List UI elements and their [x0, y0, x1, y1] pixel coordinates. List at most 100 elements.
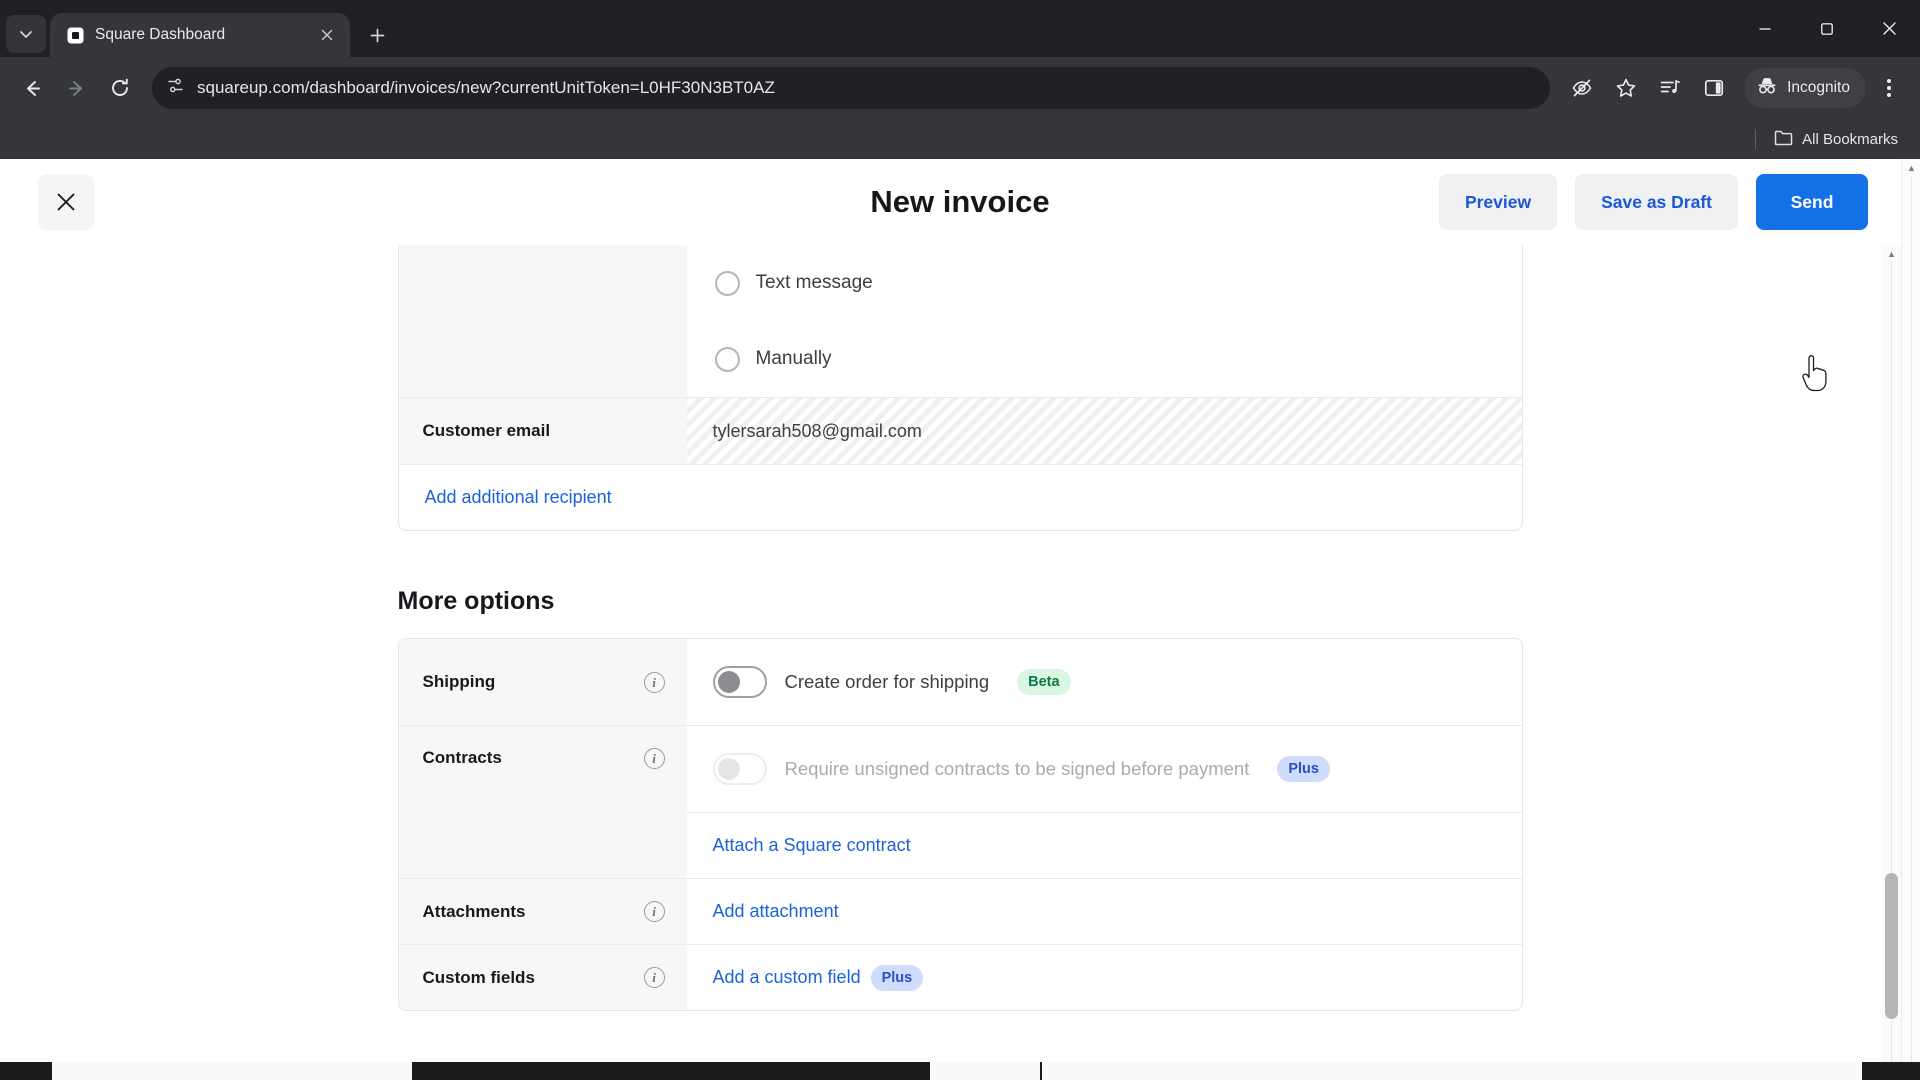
- browser-tab[interactable]: Square Dashboard: [50, 13, 350, 57]
- toggle-knob: [717, 671, 740, 693]
- add-attachment-link[interactable]: Add attachment: [687, 901, 839, 922]
- shipping-label: Shipping: [422, 672, 496, 691]
- more-options-heading: More options: [397, 587, 555, 615]
- contracts-label-cell: Contracts i: [398, 726, 687, 878]
- customer-email-label: Customer email: [398, 398, 687, 464]
- customer-email-field[interactable]: tylersarah508@gmail.com: [686, 398, 1522, 464]
- header-actions: Preview Save as Draft Send: [1438, 174, 1894, 230]
- forward-button[interactable]: [56, 68, 96, 108]
- os-taskbar: [0, 1062, 1920, 1080]
- window-close-icon: [1882, 22, 1896, 35]
- scrollbar-track: [1911, 177, 1912, 1062]
- browser-toolbar: squareup.com/dashboard/invoices/new?curr…: [0, 57, 1920, 119]
- page-scrollbar[interactable]: ▲ ▼: [1901, 159, 1920, 1080]
- shipping-toggle-label: Create order for shipping: [784, 671, 990, 692]
- bookmark-star-icon[interactable]: [1606, 68, 1646, 108]
- site-settings-icon[interactable]: [166, 76, 185, 100]
- minimize-button[interactable]: [1734, 0, 1796, 57]
- taskbar-segment: [1042, 1062, 1862, 1080]
- scrollbar-thumb[interactable]: [1885, 873, 1898, 1019]
- info-icon[interactable]: i: [643, 901, 665, 922]
- bookmarks-separator: [1755, 129, 1757, 149]
- incognito-hat-icon: [1756, 75, 1778, 102]
- customer-email-body: tylersarah508@gmail.com: [686, 398, 1522, 464]
- plus-badge: Plus: [870, 964, 924, 991]
- incognito-indicator[interactable]: Incognito: [1744, 68, 1866, 108]
- chevron-down-icon: [20, 31, 32, 38]
- tab-strip: Square Dashboard: [0, 0, 1920, 57]
- shipping-toggle-line: Create order for shipping Beta: [687, 639, 1522, 725]
- new-tab-button[interactable]: [360, 18, 394, 52]
- tab-close-button[interactable]: [316, 24, 338, 46]
- browser-window: Square Dashboard squareup.com/dashboard/…: [0, 0, 1920, 1080]
- add-custom-field-link[interactable]: Add a custom field: [687, 967, 861, 988]
- custom-fields-label: Custom fields: [422, 967, 535, 987]
- info-icon[interactable]: i: [643, 671, 665, 693]
- attachments-label-cell: Attachments i: [398, 879, 687, 944]
- all-bookmarks-button[interactable]: All Bookmarks: [1766, 125, 1906, 154]
- custom-fields-body: Add a custom field Plus: [686, 945, 1522, 1010]
- tracking-protection-icon[interactable]: [1562, 68, 1602, 108]
- more-options-card: Shipping i Create order for shipping Bet…: [397, 638, 1523, 1011]
- address-bar[interactable]: squareup.com/dashboard/invoices/new?curr…: [152, 67, 1551, 109]
- beta-badge: Beta: [1017, 669, 1071, 695]
- reload-icon: [112, 78, 128, 96]
- radio-option-text-message[interactable]: Text message: [687, 245, 1522, 321]
- back-button[interactable]: [12, 68, 52, 108]
- page-viewport: New invoice Preview Save as Draft Send T…: [0, 159, 1920, 1080]
- row-custom-fields: Custom fields i Add a custom field Plus: [398, 944, 1522, 1010]
- save-as-draft-button[interactable]: Save as Draft: [1575, 174, 1738, 230]
- window-close-button[interactable]: [1858, 0, 1920, 57]
- contracts-toggle-line: Require unsigned contracts to be signed …: [687, 726, 1522, 812]
- shipping-label-cell: Shipping i: [398, 639, 687, 725]
- plus-badge: Plus: [1277, 756, 1330, 782]
- media-playlist-icon[interactable]: [1650, 68, 1690, 108]
- close-invoice-button[interactable]: [38, 174, 94, 230]
- preview-button[interactable]: Preview: [1438, 174, 1558, 230]
- page-scroll-up-arrow[interactable]: ▲: [1902, 159, 1920, 177]
- back-arrow-icon: [26, 80, 40, 96]
- close-icon: [57, 193, 75, 211]
- tab-search-button[interactable]: [6, 15, 46, 53]
- attachments-label: Attachments: [422, 901, 526, 921]
- radio-icon: [714, 270, 740, 296]
- maximize-button[interactable]: [1796, 0, 1858, 57]
- attachments-body: Add attachment: [686, 879, 1522, 944]
- delivery-method-row: Text message Manually: [398, 245, 1522, 397]
- attach-square-contract-link[interactable]: Attach a Square contract: [687, 813, 1522, 878]
- add-recipient-row: Add additional recipient: [398, 464, 1522, 530]
- contracts-body: Require unsigned contracts to be signed …: [686, 726, 1522, 878]
- radio-option-manually[interactable]: Manually: [687, 321, 1522, 397]
- three-dot-menu-icon[interactable]: [1870, 68, 1908, 108]
- address-bar-url: squareup.com/dashboard/invoices/new?curr…: [197, 78, 775, 97]
- plus-icon: [370, 28, 384, 42]
- contracts-toggle-label: Require unsigned contracts to be signed …: [784, 758, 1250, 779]
- maximize-icon: [1821, 22, 1833, 35]
- add-additional-recipient-link[interactable]: Add additional recipient: [399, 465, 612, 530]
- tab-title: Square Dashboard: [95, 26, 226, 43]
- side-panel-icon[interactable]: [1694, 68, 1734, 108]
- send-button[interactable]: Send: [1756, 174, 1868, 230]
- shipping-toggle[interactable]: [712, 666, 767, 698]
- taskbar-segment: [52, 1062, 412, 1080]
- forward-arrow-icon: [68, 80, 82, 96]
- customer-email-row: Customer email tylersarah508@gmail.com: [398, 397, 1522, 464]
- square-logo-icon: [66, 26, 85, 45]
- delivery-card: Text message Manually Customer email tyl…: [397, 245, 1523, 531]
- reload-button[interactable]: [100, 68, 140, 108]
- radio-icon: [714, 346, 740, 372]
- radio-label: Manually: [755, 348, 832, 369]
- taskbar-segment: [930, 1062, 1040, 1080]
- info-icon[interactable]: i: [643, 967, 665, 988]
- folder-icon: [1774, 129, 1793, 150]
- all-bookmarks-label: All Bookmarks: [1802, 130, 1898, 148]
- invoice-content-scroll[interactable]: Text message Manually Customer email tyl…: [0, 245, 1920, 1080]
- scroll-up-arrow[interactable]: ▲: [1882, 245, 1901, 263]
- info-icon[interactable]: i: [643, 748, 665, 769]
- row-shipping: Shipping i Create order for shipping Bet…: [398, 639, 1522, 725]
- contracts-toggle[interactable]: [712, 753, 767, 785]
- custom-fields-label-cell: Custom fields i: [398, 945, 687, 1010]
- incognito-label: Incognito: [1787, 79, 1850, 96]
- bookmarks-bar: All Bookmarks: [0, 119, 1920, 159]
- content-scrollbar[interactable]: ▲ ▼: [1882, 245, 1901, 1080]
